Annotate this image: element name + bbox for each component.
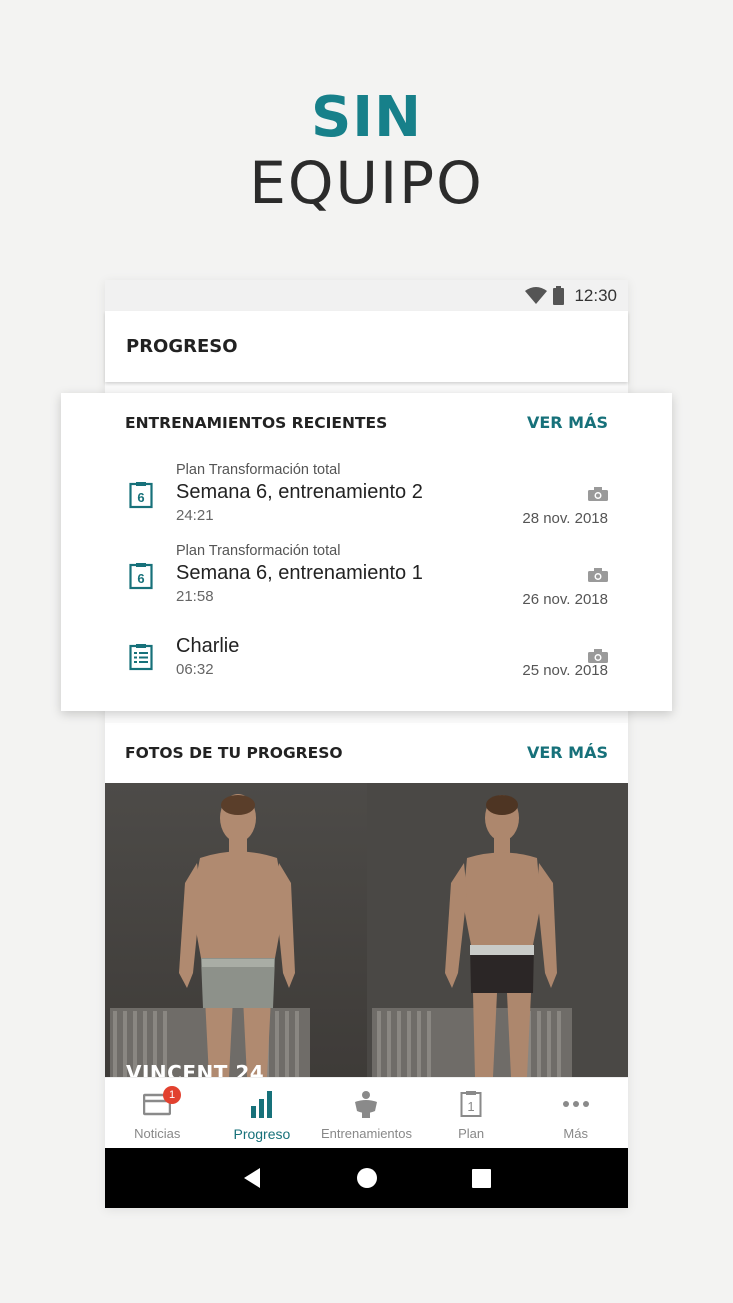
after-photo bbox=[367, 783, 628, 1077]
before-photo bbox=[105, 783, 367, 1077]
nav-item-entrenamientos[interactable]: Entrenamientos bbox=[314, 1078, 419, 1148]
workout-name: Semana 6, entrenamiento 2 bbox=[176, 481, 423, 503]
nav-label: Plan bbox=[458, 1126, 485, 1141]
photos-see-more-link[interactable]: VER MÁS bbox=[527, 743, 608, 762]
headline-line-1: SIN bbox=[310, 85, 423, 150]
notification-badge: 1 bbox=[163, 1086, 181, 1104]
headline-line-2: EQUIPO bbox=[249, 149, 484, 217]
progress-photos-title: FOTOS DE TU PROGRESO bbox=[125, 743, 343, 762]
system-navigation-bar bbox=[105, 1148, 628, 1208]
nav-label: Progreso bbox=[233, 1126, 291, 1142]
workout-name: Semana 6, entrenamiento 1 bbox=[176, 562, 423, 584]
nav-item-progreso[interactable]: Progreso bbox=[210, 1078, 315, 1148]
workout-duration: 24:21 bbox=[176, 507, 214, 524]
battery-icon bbox=[553, 286, 565, 305]
nav-label: Noticias bbox=[134, 1126, 181, 1141]
workout-duration: 06:32 bbox=[176, 661, 214, 678]
back-button[interactable] bbox=[242, 1167, 262, 1189]
photos-user-name: VINCENT 24 bbox=[126, 1061, 265, 1077]
plan-week-icon: 6 bbox=[129, 482, 153, 509]
plan-week-icon: 6 bbox=[129, 563, 153, 590]
app-bar: PROGRESO bbox=[105, 311, 628, 382]
camera-icon bbox=[588, 649, 608, 663]
bar-chart-icon bbox=[250, 1091, 272, 1118]
progress-photos-comparison[interactable]: VINCENT 24 bbox=[105, 783, 628, 1077]
progress-photos-header: FOTOS DE TU PROGRESO VER MÁS bbox=[105, 723, 628, 783]
workout-item[interactable]: 6 Plan Transformación total Semana 6, en… bbox=[125, 542, 608, 612]
workout-plan-name: Plan Transformación total bbox=[176, 543, 341, 559]
workout-name: Charlie bbox=[176, 635, 240, 657]
recents-square-icon bbox=[472, 1168, 491, 1188]
status-time: 12:30 bbox=[574, 285, 617, 305]
status-bar: 12:30 bbox=[105, 280, 628, 311]
workout-item[interactable]: 6 Plan Transformación total Semana 6, en… bbox=[125, 461, 608, 531]
nav-item-plan[interactable]: 1 Plan bbox=[419, 1078, 524, 1148]
home-circle-icon bbox=[357, 1168, 377, 1188]
page-title: PROGRESO bbox=[126, 336, 238, 357]
workout-plan-name: Plan Transformación total bbox=[176, 462, 341, 478]
workouts-see-more-link[interactable]: VER MÁS bbox=[527, 413, 608, 432]
headline: SIN EQUIPO bbox=[0, 86, 733, 218]
plan-week-number: 6 bbox=[137, 490, 144, 505]
bottom-navigation: 1 Noticias Progreso Entrenamientos 1 Pla… bbox=[105, 1077, 628, 1148]
nav-item-mas[interactable]: Más bbox=[523, 1078, 628, 1148]
workout-date: 28 nov. 2018 bbox=[522, 510, 608, 527]
nav-item-noticias[interactable]: 1 Noticias bbox=[105, 1078, 210, 1148]
camera-icon bbox=[588, 487, 608, 501]
workout-item[interactable]: Charlie 06:32 25 nov. 2018 bbox=[125, 633, 608, 703]
workout-list-icon bbox=[129, 644, 153, 671]
figure-icon bbox=[355, 1091, 378, 1118]
wifi-icon bbox=[525, 287, 548, 304]
camera-icon bbox=[588, 568, 608, 582]
more-dots-icon bbox=[562, 1101, 589, 1107]
workout-date: 25 nov. 2018 bbox=[522, 662, 608, 679]
recent-workouts-title: ENTRENAMIENTOS RECIENTES bbox=[125, 413, 388, 432]
workout-duration: 21:58 bbox=[176, 588, 214, 605]
back-triangle-icon bbox=[244, 1168, 260, 1188]
nav-label: Más bbox=[563, 1126, 588, 1141]
plan-week-number: 6 bbox=[137, 571, 144, 586]
recents-button[interactable] bbox=[472, 1168, 491, 1188]
nav-label: Entrenamientos bbox=[320, 1126, 413, 1141]
recent-workouts-card: ENTRENAMIENTOS RECIENTES VER MÁS 6 Plan … bbox=[61, 393, 672, 711]
plan-icon-number: 1 bbox=[467, 1099, 474, 1114]
home-button[interactable] bbox=[356, 1167, 378, 1189]
workout-date: 26 nov. 2018 bbox=[522, 591, 608, 608]
calendar-day-icon: 1 bbox=[460, 1091, 482, 1117]
